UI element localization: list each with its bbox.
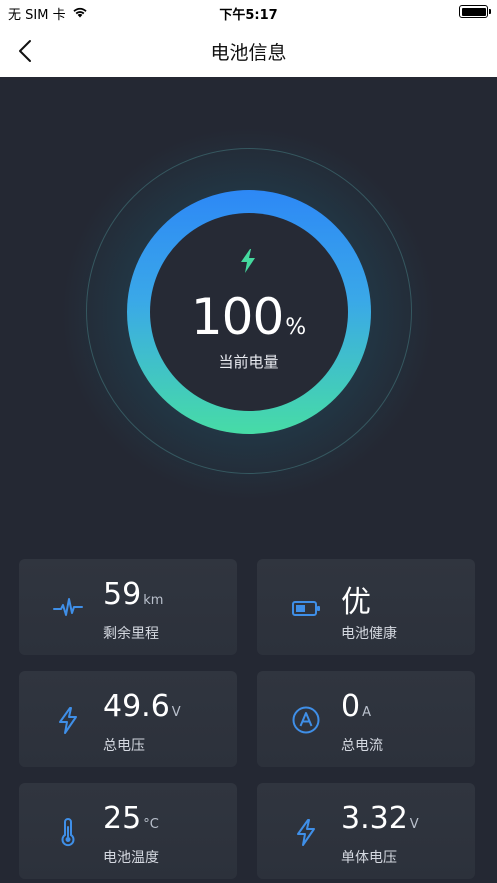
card-remaining-range[interactable]: 59 km 剩余里程 [19, 559, 237, 655]
card-value: 优 [341, 585, 371, 620]
card-unit: V [171, 705, 181, 720]
thermometer-icon [53, 817, 83, 847]
card-unit: A [362, 705, 371, 720]
status-battery-icon [459, 5, 491, 18]
battery-percent-value: 100 [190, 288, 284, 346]
top-bar: 无 SIM 卡 下午5:17 电池信息 [0, 0, 497, 77]
pulse-icon [53, 593, 83, 623]
card-label: 电池健康 [341, 626, 397, 642]
card-total-voltage[interactable]: 49.6 V 总电压 [19, 671, 237, 767]
card-label: 总电压 [103, 738, 145, 754]
card-total-current[interactable]: 0A 总电流 [257, 671, 475, 767]
battery-percent: 100% [0, 288, 497, 346]
card-unit: °C [143, 817, 159, 832]
card-value: 25 [103, 801, 142, 836]
status-time: 下午5:17 [219, 8, 278, 23]
battery-percent-label: 当前电量 [218, 353, 279, 371]
card-value: 59 [103, 577, 142, 612]
card-value: 0 [341, 689, 361, 724]
card-label: 单体电压 [341, 850, 397, 866]
card-unit: V [409, 817, 419, 832]
ampere-icon [291, 705, 321, 735]
card-battery-temperature[interactable]: 25 °C 电池温度 [19, 783, 237, 879]
battery-info-page: 无 SIM 卡 下午5:17 电池信息 100% 当前电量 59 km 剩余里程… [0, 0, 497, 883]
page-title: 电池信息 [210, 42, 287, 64]
card-label: 总电流 [341, 738, 383, 754]
bolt-icon [53, 705, 83, 735]
card-value: 3.32 [341, 801, 408, 836]
card-value: 49.6 [103, 689, 170, 724]
card-unit: km [143, 593, 164, 608]
bolt-icon [291, 817, 321, 847]
battery-percent-unit: % [285, 315, 307, 340]
card-battery-health[interactable]: 优 电池健康 [257, 559, 475, 655]
battery-icon [291, 593, 321, 623]
charging-bolt-icon [238, 249, 258, 273]
card-label: 剩余里程 [103, 626, 159, 642]
card-label: 电池温度 [103, 850, 159, 866]
card-cell-voltage[interactable]: 3.32 V 单体电压 [257, 783, 475, 879]
